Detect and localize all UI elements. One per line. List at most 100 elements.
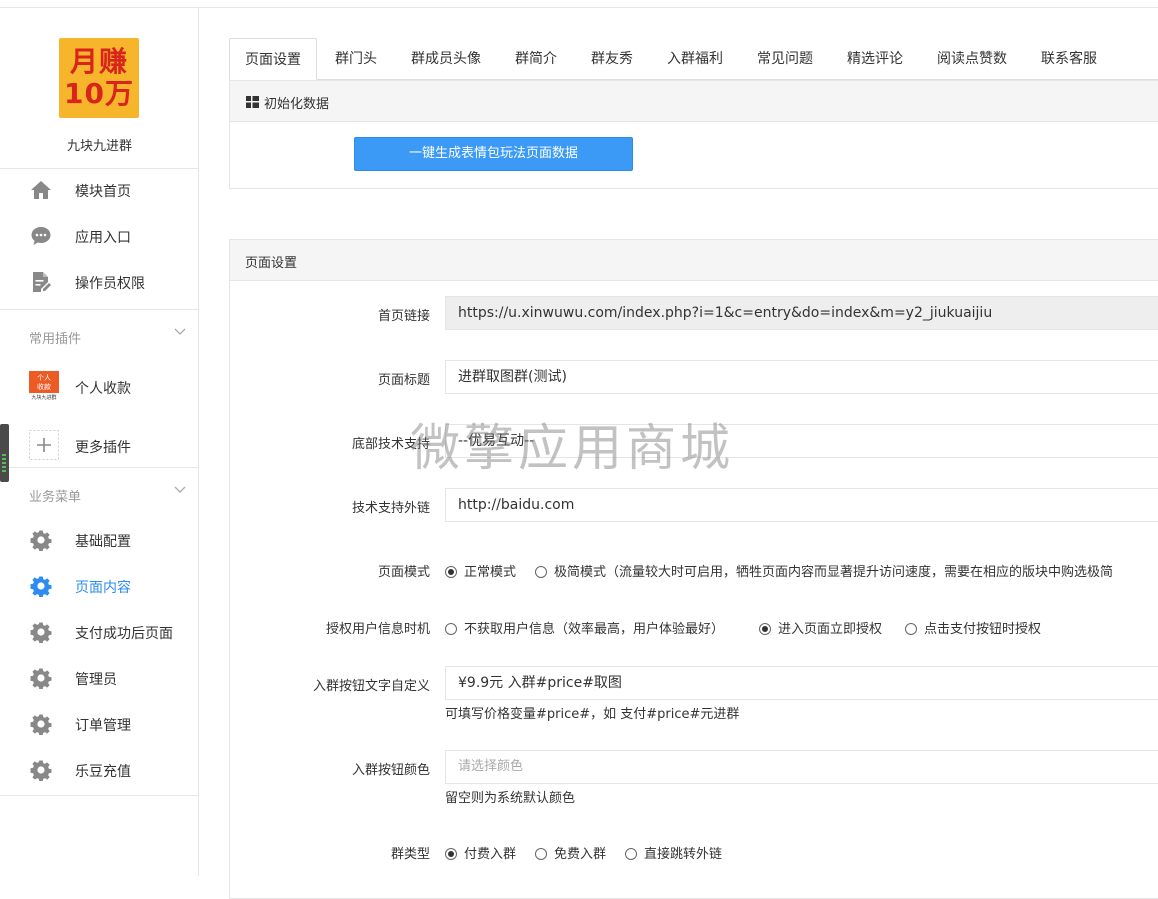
radio-label: 极简模式（流量较大时可启用，牺牲页面内容而显著提升访问速度，需要在相应的版块中购… bbox=[554, 565, 1114, 580]
sidebar-item-after-pay-page[interactable]: 支付成功后页面 bbox=[0, 610, 199, 656]
top-bar bbox=[0, 0, 1158, 8]
tab-group-show[interactable]: 群友秀 bbox=[577, 38, 647, 80]
gear-icon bbox=[30, 576, 52, 597]
radio-dot bbox=[759, 623, 771, 635]
page-title-input[interactable]: 进群取图群(测试) bbox=[445, 360, 1158, 394]
init-data-panel: 初始化数据 bbox=[229, 80, 1158, 189]
join-text-input[interactable]: ¥9.9元 入群#price#取图 bbox=[445, 666, 1158, 700]
sidebar-item-label: 乐豆充值 bbox=[75, 764, 131, 780]
brand-name: 九块九进群 bbox=[66, 139, 132, 154]
sidebar-item-label: 操作员权限 bbox=[75, 276, 145, 292]
tab-member-avatars[interactable]: 群成员头像 bbox=[399, 38, 493, 80]
tab-join-benefits[interactable]: 入群福利 bbox=[657, 38, 733, 80]
footer-support-input[interactable]: --优易互动-- bbox=[445, 424, 1158, 458]
auth-timing-label: 授权用户信息时机 bbox=[325, 622, 430, 637]
group-type-label: 群类型 bbox=[390, 847, 430, 862]
personal-payment-icon-text-mid: 收款 bbox=[37, 382, 51, 391]
divider bbox=[0, 795, 199, 796]
generate-page-data-button[interactable]: 一键生成表情包玩法页面数据 bbox=[354, 137, 633, 171]
sidebar-item-ledou-recharge[interactable]: 乐豆充值 bbox=[0, 748, 199, 794]
sidebar: 月赚 10万 九块九进群 模块首页 应用入口 操作员权限 常用插件 个人 收款 … bbox=[0, 8, 199, 876]
radio-dot bbox=[445, 566, 457, 578]
plus-icon bbox=[29, 430, 59, 460]
group-type-paid-radio[interactable]: 付费入群 bbox=[445, 843, 516, 862]
sidebar-item-order-management[interactable]: 订单管理 bbox=[0, 702, 199, 748]
radio-label: 进入页面立即授权 bbox=[778, 622, 883, 637]
radio-label: 不获取用户信息（效率最高，用户体验最好） bbox=[464, 622, 725, 637]
home-icon bbox=[31, 181, 51, 199]
sidebar-item-label: 应用入口 bbox=[75, 230, 131, 246]
support-link-input[interactable]: http://baidu.com bbox=[445, 488, 1158, 522]
sidebar-item-label: 订单管理 bbox=[75, 718, 131, 734]
sidebar-item-personal-payment[interactable]: 个人 收款 九块九进群 个人收款 bbox=[0, 363, 199, 409]
join-color-help: 留空则为系统默认颜色 bbox=[445, 791, 576, 806]
panel-title: 初始化数据 bbox=[264, 97, 330, 112]
home-link-label: 首页链接 bbox=[377, 309, 430, 324]
tab-group-header[interactable]: 群门头 bbox=[321, 38, 391, 80]
gear-icon bbox=[30, 760, 52, 781]
home-link-input[interactable]: https://u.xinwuwu.com/index.php?i=1&c=en… bbox=[445, 296, 1158, 330]
sidebar-item-admin[interactable]: 管理员 bbox=[0, 656, 199, 702]
radio-label: 直接跳转外链 bbox=[644, 847, 723, 862]
chevron-down-icon[interactable] bbox=[174, 486, 186, 494]
auth-on-pay-radio[interactable]: 点击支付按钮时授权 bbox=[905, 618, 1041, 637]
tab-group-intro[interactable]: 群简介 bbox=[501, 38, 571, 80]
tab-bar: 页面设置 群门头 群成员头像 群简介 群友秀 入群福利 常见问题 精选评论 阅读… bbox=[229, 38, 1158, 80]
radio-dot bbox=[625, 848, 637, 860]
tab-faq[interactable]: 常见问题 bbox=[747, 38, 823, 80]
radio-dot bbox=[535, 566, 547, 578]
radio-dot bbox=[445, 623, 457, 635]
personal-payment-icon: 个人 收款 九块九进群 bbox=[29, 371, 59, 401]
tab-page-settings[interactable]: 页面设置 bbox=[229, 38, 317, 80]
support-link-label: 技术支持外链 bbox=[351, 501, 430, 516]
tab-contact-service[interactable]: 联系客服 bbox=[1031, 38, 1107, 80]
page-mode-normal-radio[interactable]: 正常模式 bbox=[445, 561, 516, 580]
tab-featured-comments[interactable]: 精选评论 bbox=[837, 38, 913, 80]
page-mode-label: 页面模式 bbox=[377, 565, 430, 580]
join-text-help: 可填写价格变量#price#，如 支付#price#元进群 bbox=[445, 707, 740, 722]
sidebar-item-label: 更多插件 bbox=[75, 440, 131, 456]
radio-label: 点击支付按钮时授权 bbox=[924, 622, 1042, 637]
sidebar-item-more-plugins[interactable]: 更多插件 bbox=[0, 418, 199, 464]
sidebar-item-app-entry[interactable]: 应用入口 bbox=[0, 214, 199, 260]
group-type-external-radio[interactable]: 直接跳转外链 bbox=[625, 843, 722, 862]
join-text-label: 入群按钮文字自定义 bbox=[312, 679, 430, 694]
personal-payment-icon-text-bot: 九块九进群 bbox=[31, 394, 56, 401]
gear-icon bbox=[30, 714, 52, 735]
logo-text-line2: 10万 bbox=[64, 77, 134, 110]
panel-header: 初始化数据 bbox=[230, 81, 1158, 122]
sidebar-item-label: 管理员 bbox=[75, 672, 117, 688]
section-title-business: 业务菜单 bbox=[29, 490, 82, 505]
radio-label: 付费入群 bbox=[464, 847, 517, 862]
document-edit-icon bbox=[33, 272, 51, 292]
sidebar-item-page-content[interactable]: 页面内容 bbox=[0, 564, 199, 610]
auth-immediate-radio[interactable]: 进入页面立即授权 bbox=[759, 618, 882, 637]
sidebar-item-label: 模块首页 bbox=[75, 184, 131, 200]
sidebar-item-label: 支付成功后页面 bbox=[75, 626, 173, 642]
radio-label: 正常模式 bbox=[464, 565, 517, 580]
divider bbox=[0, 467, 199, 468]
side-drag-handle[interactable] bbox=[0, 424, 9, 482]
chevron-down-icon[interactable] bbox=[174, 328, 186, 336]
join-color-input[interactable]: 请选择颜色 bbox=[445, 750, 1158, 784]
footer-support-label: 底部技术支持 bbox=[351, 437, 430, 452]
personal-payment-icon-text-top: 个人 bbox=[37, 374, 51, 382]
panel-header: 页面设置 bbox=[230, 240, 1158, 281]
sidebar-item-module-home[interactable]: 模块首页 bbox=[0, 168, 199, 214]
sidebar-item-basic-config[interactable]: 基础配置 bbox=[0, 518, 199, 564]
sidebar-item-label: 个人收款 bbox=[75, 381, 131, 397]
grid-icon bbox=[246, 96, 259, 108]
gear-icon bbox=[30, 668, 52, 689]
sidebar-item-operator-permissions[interactable]: 操作员权限 bbox=[0, 260, 199, 306]
page-mode-minimal-radio[interactable]: 极简模式（流量较大时可启用，牺牲页面内容而显著提升访问速度，需要在相应的版块中购… bbox=[535, 561, 1113, 580]
logo-text-line1: 月赚 bbox=[69, 45, 128, 78]
chat-bubble-icon bbox=[31, 227, 51, 245]
auth-none-radio[interactable]: 不获取用户信息（效率最高，用户体验最好） bbox=[445, 618, 724, 637]
sidebar-item-label: 页面内容 bbox=[75, 580, 131, 596]
divider bbox=[0, 309, 199, 310]
tab-read-like-count[interactable]: 阅读点赞数 bbox=[927, 38, 1017, 80]
radio-dot bbox=[905, 623, 917, 635]
group-type-free-radio[interactable]: 免费入群 bbox=[535, 843, 606, 862]
radio-dot bbox=[445, 848, 457, 860]
gear-icon bbox=[30, 622, 52, 643]
